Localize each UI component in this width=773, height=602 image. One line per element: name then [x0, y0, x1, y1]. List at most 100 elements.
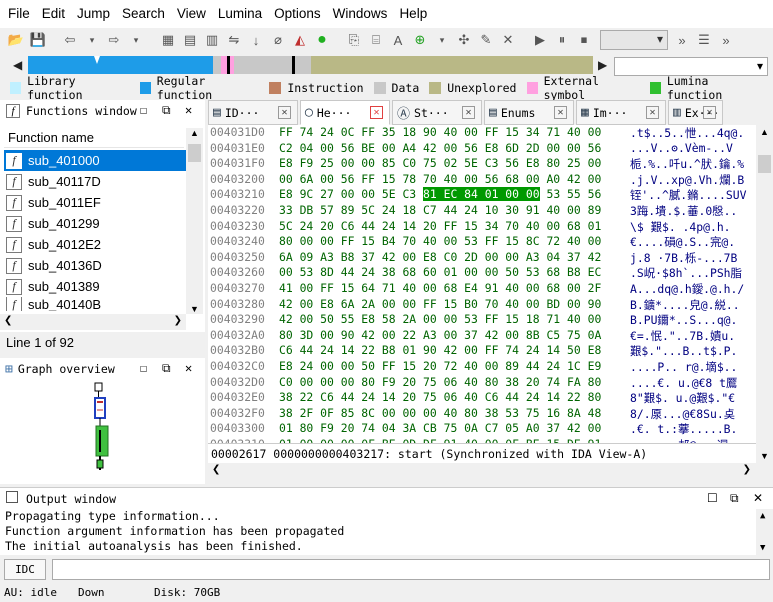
code-icon[interactable]: ⎘ — [344, 30, 364, 50]
open-file-icon[interactable]: 📂 — [6, 30, 26, 50]
menu-jump[interactable]: Jump — [71, 0, 116, 28]
function-item[interactable]: f sub_4011EF — [4, 192, 186, 213]
toolbar-overflow-right-icon[interactable]: » — [716, 30, 736, 50]
function-item[interactable]: f sub_401389 — [4, 276, 186, 297]
hex-row[interactable]: 004032B0 C6 44 24 14 22 B8 01 90 42 00 FF… — [208, 343, 756, 359]
back-dropdown-icon[interactable]: ▾ — [82, 30, 102, 50]
tab-close-icon[interactable]: ✕ — [462, 106, 475, 119]
hex-row[interactable]: 00403290 42 00 50 55 E8 58 2A 00 00 53 FF… — [208, 312, 756, 328]
graph-overview-canvas[interactable] — [0, 380, 205, 484]
run-analysis-icon[interactable]: ● — [312, 30, 332, 50]
debug-start-icon[interactable]: ▶ — [530, 30, 550, 50]
add-struct-icon[interactable]: ⊕ — [410, 30, 430, 50]
panel-float-icon[interactable]: ⧉ — [162, 361, 171, 376]
forward-dropdown-icon[interactable]: ▾ — [126, 30, 146, 50]
breakpoint-icon[interactable]: ⌀ — [268, 30, 288, 50]
hex-row[interactable]: 00403250 6A 09 A3 B8 37 42 00 E8 C0 2D 00… — [208, 250, 756, 266]
hex-vertical-scrollbar[interactable]: ▲ ▼ — [756, 125, 773, 463]
functions-vertical-scrollbar[interactable]: ▲ ▼ — [186, 128, 203, 314]
panel-close-icon[interactable]: ✕ — [185, 103, 192, 117]
hex-row[interactable]: 004032C0 E8 24 00 00 50 FF 15 20 72 40 00… — [208, 359, 756, 375]
panel-close-icon[interactable]: ✕ — [753, 491, 763, 505]
hex-view[interactable]: 004031D0 FF 74 24 0C FF 35 18 90 40 00 FF… — [208, 125, 756, 443]
function-item[interactable]: f sub_40117D — [4, 171, 186, 192]
debugger-select[interactable] — [600, 30, 668, 50]
hex-row[interactable]: 004031F0 E8 F9 25 00 00 85 C0 75 02 5E C3… — [208, 156, 756, 172]
tab-exports[interactable]: ▥ Ex··· ✕ — [668, 100, 723, 125]
hex-row[interactable]: 004032A0 80 3D 00 90 42 00 22 A3 00 37 42… — [208, 328, 756, 344]
search-next-icon[interactable]: ⇋ — [224, 30, 244, 50]
hex-row[interactable]: 004032E0 38 22 C6 44 24 14 20 75 06 40 C6… — [208, 390, 756, 406]
panel-close-icon[interactable]: ✕ — [185, 361, 192, 375]
scroll-down-arrow-icon[interactable]: ▼ — [760, 543, 765, 553]
function-name-column-header[interactable]: Function name — [4, 128, 184, 148]
toolbar-overflow-icon[interactable]: » — [672, 30, 692, 50]
graph-view-icon[interactable]: ◭ — [290, 30, 310, 50]
toolbar-options-icon[interactable]: ☰ — [694, 30, 714, 50]
menu-options[interactable]: Options — [268, 0, 327, 28]
output-vertical-scrollbar[interactable]: ▲ ▼ — [756, 509, 773, 555]
nav-right-arrow-icon[interactable]: ▶ — [598, 58, 607, 72]
scroll-down-arrow-icon[interactable]: ▼ — [190, 304, 199, 314]
function-item[interactable]: f sub_4012E2 — [4, 234, 186, 255]
nav-left-arrow-icon[interactable]: ◀ — [13, 58, 22, 72]
output-window[interactable]: Propagating type information... Function… — [0, 509, 773, 555]
tab-close-icon[interactable]: ✕ — [703, 106, 716, 119]
menu-file[interactable]: File — [2, 0, 36, 28]
hex-row[interactable]: 004032F0 38 2F 0F 85 8C 00 00 00 40 80 38… — [208, 406, 756, 422]
scroll-right-arrow-icon[interactable]: ❯ — [743, 464, 751, 475]
edit-icon[interactable]: ✎ — [476, 30, 496, 50]
hex-row[interactable]: 004032D0 C0 00 00 00 80 F9 20 75 06 40 80… — [208, 375, 756, 391]
scroll-left-arrow-icon[interactable]: ❮ — [212, 464, 220, 475]
back-icon[interactable]: ⇦ — [60, 30, 80, 50]
tab-close-icon[interactable]: ✕ — [278, 106, 291, 119]
data-icon[interactable]: ⌸ — [366, 30, 386, 50]
menu-search[interactable]: Search — [116, 0, 171, 28]
text-search-icon[interactable]: ▤ — [180, 30, 200, 50]
tab-structures[interactable]: Ⓐ St··· ✕ — [392, 100, 482, 125]
command-input[interactable] — [52, 559, 770, 580]
patch-icon[interactable]: ✣ — [454, 30, 474, 50]
undefine-icon[interactable]: ✕ — [498, 30, 518, 50]
scroll-up-arrow-icon[interactable]: ▲ — [760, 127, 769, 137]
hex-horizontal-scrollbar[interactable]: ❮ ❯ — [208, 463, 773, 480]
navigation-strip[interactable] — [28, 56, 593, 74]
scroll-thumb[interactable] — [188, 144, 201, 162]
forward-icon[interactable]: ⇨ — [104, 30, 124, 50]
tab-close-icon[interactable]: ✕ — [554, 106, 567, 119]
menu-help[interactable]: Help — [393, 0, 433, 28]
function-item[interactable]: f sub_40136D — [4, 255, 186, 276]
function-item[interactable]: f sub_40140B — [4, 297, 186, 311]
string-icon[interactable]: A — [388, 30, 408, 50]
scroll-thumb[interactable] — [758, 155, 771, 173]
panel-float-icon[interactable]: ⧉ — [162, 103, 171, 118]
panel-maximize-icon[interactable]: ☐ — [140, 103, 147, 117]
panel-float-icon[interactable]: ⧉ — [730, 491, 739, 506]
scroll-left-arrow-icon[interactable]: ❮ — [4, 315, 12, 326]
scroll-right-arrow-icon[interactable]: ❯ — [174, 315, 182, 326]
panel-maximize-icon[interactable]: ☐ — [707, 491, 718, 505]
hex-row[interactable]: 00403300 01 80 F9 20 74 04 3A CB 75 0A C7… — [208, 421, 756, 437]
tab-close-icon[interactable]: ✕ — [646, 106, 659, 119]
tab-close-icon[interactable]: ✕ — [370, 106, 383, 119]
immediate-search-icon[interactable]: ▥ — [202, 30, 222, 50]
function-item[interactable]: f sub_401000 — [4, 150, 186, 171]
scroll-down-arrow-icon[interactable]: ▼ — [760, 451, 769, 461]
hex-row[interactable]: 00403200 00 6A 00 56 FF 15 78 70 40 00 56… — [208, 172, 756, 188]
tab-hex-view[interactable]: ◯ He··· ✕ — [300, 100, 390, 125]
hex-row[interactable]: 00403280 42 00 E8 6A 2A 00 00 FF 15 B0 70… — [208, 297, 756, 313]
hex-row[interactable]: 00403210 E8 9C 27 00 00 5E C3 81 EC 84 01… — [208, 187, 756, 203]
debug-stop-icon[interactable]: ⏹ — [574, 30, 594, 50]
tab-imports[interactable]: ▦ Im··· ✕ — [576, 100, 666, 125]
tab-enums[interactable]: ▤ Enums ✕ — [484, 100, 574, 125]
hex-row[interactable]: 00403240 80 00 00 FF 15 B4 70 40 00 53 FF… — [208, 234, 756, 250]
functions-horizontal-scrollbar[interactable]: ❮ ❯ — [0, 314, 186, 330]
scroll-up-arrow-icon[interactable]: ▲ — [760, 511, 765, 521]
menu-edit[interactable]: Edit — [36, 0, 71, 28]
add-dropdown-icon[interactable]: ▾ — [432, 30, 452, 50]
panel-maximize-icon[interactable]: ☐ — [140, 361, 147, 375]
function-item[interactable]: f sub_401299 — [4, 213, 186, 234]
menu-windows[interactable]: Windows — [327, 0, 394, 28]
menu-view[interactable]: View — [171, 0, 212, 28]
hex-row[interactable]: 00403270 41 00 FF 15 64 71 40 00 68 E4 91… — [208, 281, 756, 297]
